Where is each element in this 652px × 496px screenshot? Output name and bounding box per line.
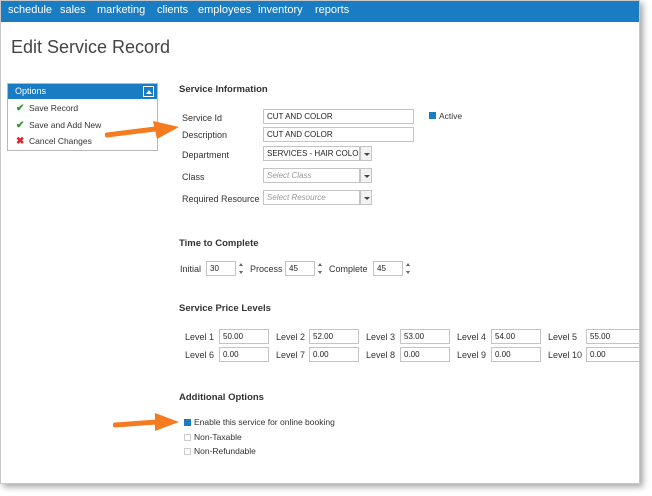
collapse-icon[interactable] [143,86,154,97]
time-to-complete-title: Time to Complete [179,238,259,249]
complete-spinner[interactable] [406,261,411,276]
save-record-label: Save Record [29,103,79,113]
chevron-down-icon[interactable] [360,168,372,183]
level-input[interactable]: 55.00 [586,329,639,344]
level-input[interactable]: 54.00 [491,329,541,344]
level-label: Level 2 [276,332,306,342]
required-resource-select[interactable]: Select Resource [263,190,360,205]
nav-clients[interactable]: clients [157,4,188,16]
service-id-input[interactable]: CUT AND COLOR [263,109,414,124]
required-resource-label: Required Resource [182,194,260,204]
complete-label: Complete [329,264,368,274]
cancel-changes-button[interactable]: ✖ Cancel Changes [16,136,92,147]
level-input[interactable]: 0.00 [491,347,541,362]
service-id-label: Service Id [182,113,223,123]
process-input[interactable]: 45 [285,261,315,276]
annotation-arrow-description [105,121,179,139]
level-label: Level 9 [457,350,487,360]
nav-schedule[interactable]: schedule [8,4,52,16]
nav-marketing[interactable]: marketing [97,4,145,16]
level-label: Level 1 [185,332,215,342]
top-nav: schedule sales marketing clients employe… [1,1,639,22]
nav-inventory[interactable]: inventory [258,4,303,16]
checkmark-icon: ✔ [16,103,25,114]
department-select[interactable]: SERVICES - HAIR COLOR [263,146,360,161]
process-spinner[interactable] [318,261,323,276]
description-label: Description [182,130,228,140]
options-title: Options [15,86,47,96]
process-label: Process [250,264,283,274]
level-input[interactable]: 0.00 [309,347,359,362]
non-refundable-label: Non-Refundable [194,446,256,456]
non-taxable-label: Non-Taxable [194,432,242,442]
online-booking-label: Enable this service for online booking [194,417,335,427]
level-label: Level 10 [548,350,583,360]
cancel-changes-label: Cancel Changes [29,136,92,146]
chevron-down-icon[interactable] [360,190,372,205]
level-input[interactable]: 52.00 [309,329,359,344]
level-input[interactable]: 0.00 [219,347,269,362]
level-label: Level 5 [548,332,578,342]
save-and-add-new-label: Save and Add New [29,120,102,130]
save-and-add-new-button[interactable]: ✔ Save and Add New [16,120,101,131]
level-label: Level 6 [185,350,215,360]
additional-options-title: Additional Options [179,392,264,403]
checkmark-icon: ✔ [16,120,25,131]
level-label: Level 3 [366,332,396,342]
nav-employees[interactable]: employees [198,4,251,16]
non-refundable-checkbox[interactable] [184,448,191,455]
active-checkbox[interactable] [429,112,436,119]
class-select[interactable]: Select Class [263,168,360,183]
price-levels-title: Service Price Levels [179,303,271,314]
active-label: Active [439,111,463,121]
description-input[interactable]: CUT AND COLOR [263,127,414,142]
level-input[interactable]: 0.00 [400,347,450,362]
complete-input[interactable]: 45 [373,261,403,276]
level-label: Level 4 [457,332,487,342]
page-title: Edit Service Record [11,37,171,57]
level-label: Level 7 [276,350,306,360]
level-input[interactable]: 53.00 [400,329,450,344]
department-label: Department [182,150,230,160]
nav-reports[interactable]: reports [315,4,349,16]
class-label: Class [182,172,205,182]
level-label: Level 8 [366,350,396,360]
level-input[interactable]: 0.00 [586,347,639,362]
service-info-title: Service Information [179,84,268,95]
save-record-button[interactable]: ✔ Save Record [16,103,78,114]
annotation-arrow-online-booking [113,413,179,431]
online-booking-checkbox[interactable] [184,419,191,426]
initial-spinner[interactable] [239,261,244,276]
initial-input[interactable]: 30 [206,261,236,276]
level-input[interactable]: 50.00 [219,329,269,344]
nav-sales[interactable]: sales [60,4,86,16]
initial-label: Initial [180,264,202,274]
non-taxable-checkbox[interactable] [184,434,191,441]
cancel-x-icon: ✖ [16,136,25,147]
app-window: schedule sales marketing clients employe… [0,0,640,484]
chevron-down-icon[interactable] [360,146,372,161]
options-header: Options [8,84,157,99]
